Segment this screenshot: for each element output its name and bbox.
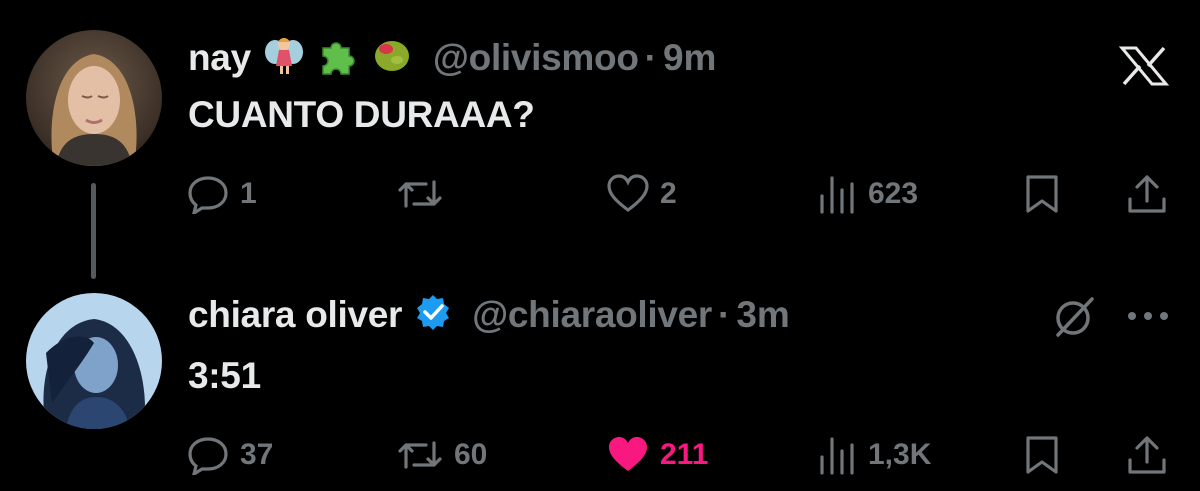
heart-filled-icon [609, 437, 647, 471]
retweet-icon [398, 180, 442, 208]
tweet-header: chiara oliver @chiaraoliver · 3m [188, 293, 790, 336]
tweet-text: 3:51 [188, 355, 261, 396]
view-count: 623 [868, 177, 919, 210]
avatar[interactable] [26, 30, 162, 166]
tweet-header: nay @olivismoo · 9m [188, 34, 716, 81]
puzzle-piece-emoji [317, 34, 359, 81]
olive-emoji [371, 34, 413, 81]
reply-button[interactable]: 37 [188, 433, 273, 477]
display-name[interactable]: nay [188, 37, 251, 79]
share-icon [1128, 436, 1166, 474]
retweet-button[interactable] [396, 172, 454, 216]
reply-count: 37 [240, 438, 274, 471]
display-name[interactable]: chiara oliver [188, 294, 402, 336]
share-icon [1128, 175, 1166, 213]
bookmark-button[interactable] [1024, 172, 1060, 216]
views-button[interactable]: 623 [818, 172, 918, 216]
heart-icon [607, 174, 649, 213]
views-icon [820, 176, 854, 214]
retweet-icon [398, 441, 442, 469]
grok-icon[interactable] [1052, 295, 1096, 344]
handle[interactable]: @chiaraoliver [472, 294, 712, 336]
avatar[interactable] [26, 293, 162, 429]
reply-icon [188, 176, 228, 214]
separator: · [644, 36, 657, 78]
tweet-text: CUANTO DURAAA? [188, 94, 535, 135]
retweet-button[interactable]: 60 [396, 433, 487, 477]
like-button[interactable]: 2 [606, 172, 677, 216]
tweet-actions: 37 60 211 1,3K [188, 433, 1178, 477]
views-icon [820, 437, 854, 475]
reply-icon [188, 437, 228, 475]
bookmark-icon [1026, 175, 1058, 213]
bookmark-icon [1026, 436, 1058, 474]
bookmark-button[interactable] [1024, 433, 1060, 477]
tweet-actions: 1 2 623 [188, 172, 1178, 216]
tweet-1[interactable]: nay @olivismoo · 9m CUANTO DURAAA? 1 2 6… [0, 0, 1200, 279]
separator: · [718, 293, 731, 335]
retweet-count: 60 [454, 438, 488, 471]
share-button[interactable] [1126, 172, 1168, 216]
reply-button[interactable]: 1 [188, 172, 257, 216]
views-button[interactable]: 1,3K [818, 433, 931, 477]
like-count: 2 [660, 177, 677, 210]
more-icon[interactable] [1126, 309, 1170, 327]
fairy-emoji [263, 34, 305, 81]
reply-count: 1 [240, 177, 257, 210]
x-logo-icon[interactable] [1118, 46, 1170, 91]
like-count: 211 [660, 438, 709, 471]
handle[interactable]: @olivismoo [433, 37, 639, 79]
timestamp[interactable]: 9m [663, 37, 716, 79]
verified-badge-icon[interactable] [414, 293, 452, 336]
timestamp[interactable]: 3m [736, 294, 789, 336]
like-button[interactable]: 211 [606, 433, 708, 477]
tweet-2[interactable]: chiara oliver @chiaraoliver · 3m 3:51 37… [0, 245, 1200, 491]
view-count: 1,3K [868, 438, 932, 471]
share-button[interactable] [1126, 433, 1168, 477]
